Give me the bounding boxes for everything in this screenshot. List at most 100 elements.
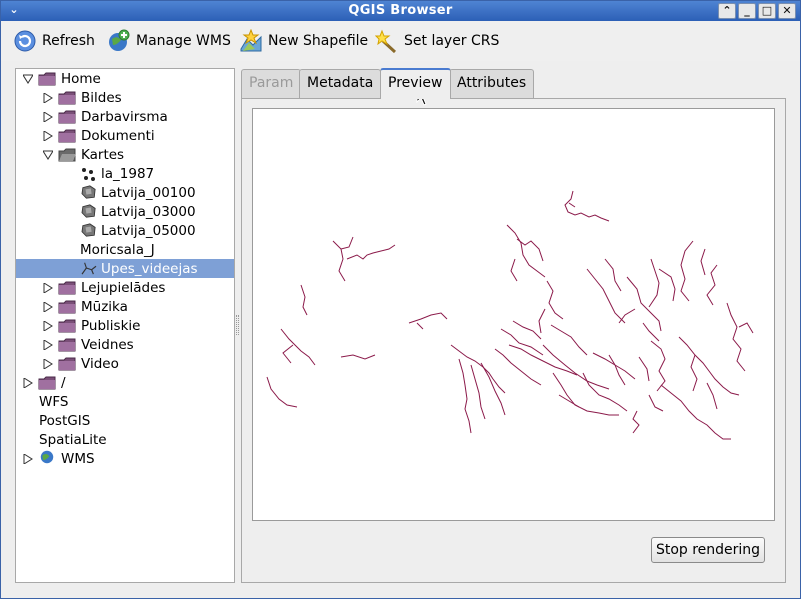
folder-icon xyxy=(58,338,76,352)
tree-item-label: la_1987 xyxy=(101,165,155,182)
tree-item-latvija-05000[interactable]: Latvija_05000 xyxy=(16,221,234,240)
folder-icon xyxy=(58,129,76,143)
browser-tree[interactable]: Home Bildes Darbavirsma Dokumenti Kartes… xyxy=(15,68,235,583)
tree-item-bildes[interactable]: Bildes xyxy=(16,88,234,107)
tree-item-muzika[interactable]: Mūzika xyxy=(16,297,234,316)
folder-icon xyxy=(58,357,76,371)
tree-item-label: Video xyxy=(81,355,119,372)
river-lines xyxy=(266,190,754,440)
tree-item-upes-videejas[interactable]: Upes_videejas xyxy=(16,259,234,278)
tree-item-video[interactable]: Video xyxy=(16,354,234,373)
tree-item-label: / xyxy=(61,374,66,391)
tree-item-wms[interactable]: WMS xyxy=(16,449,234,468)
close-button[interactable]: ✕ xyxy=(778,3,796,19)
tree-item-label: Moricsala_J xyxy=(80,241,155,258)
tab-preview[interactable]: Preview xyxy=(380,68,451,99)
refresh-button[interactable]: Refresh xyxy=(13,27,95,55)
tree-item-label: SpatiaLite xyxy=(39,431,107,448)
raster-layer-icon xyxy=(81,185,96,199)
folder-icon xyxy=(58,281,76,295)
tree-item-label: Veidnes xyxy=(81,336,134,353)
tree-item-la-1987[interactable]: la_1987 xyxy=(16,164,234,183)
magic-wand-icon xyxy=(375,29,397,53)
manage-wms-button[interactable]: Manage WMS xyxy=(107,27,231,55)
folder-icon xyxy=(58,91,76,105)
refresh-icon xyxy=(14,30,36,52)
tree-item-label: Publiskie xyxy=(81,317,141,334)
chevron-right-icon[interactable] xyxy=(43,93,53,103)
tree-item-home[interactable]: Home xyxy=(16,69,234,88)
tree-item-label: Upes_videejas xyxy=(101,260,198,277)
raster-layer-icon xyxy=(81,223,96,237)
tree-item-label: Home xyxy=(61,70,101,87)
set-layer-crs-button[interactable]: Set layer CRS xyxy=(375,27,499,55)
refresh-label: Refresh xyxy=(42,33,95,49)
tree-item-darbavirsma[interactable]: Darbavirsma xyxy=(16,107,234,126)
tree-item-wfs[interactable]: WFS xyxy=(16,392,234,411)
chevron-right-icon[interactable] xyxy=(43,302,53,312)
maximize-button[interactable]: □ xyxy=(758,3,776,19)
minimize-button[interactable]: _ xyxy=(738,3,756,19)
folder-icon xyxy=(38,376,56,390)
tree-item-dokumenti[interactable]: Dokumenti xyxy=(16,126,234,145)
tree-item-label: Kartes xyxy=(81,146,125,163)
chevron-right-icon[interactable] xyxy=(43,321,53,331)
tab-param[interactable]: Param xyxy=(241,69,302,98)
globe-icon xyxy=(40,450,54,464)
tree-item-kartes[interactable]: Kartes xyxy=(16,145,234,164)
shade-button[interactable]: ⌃ xyxy=(718,3,736,19)
tree-item-latvija-00100[interactable]: Latvija_00100 xyxy=(16,183,234,202)
set-layer-crs-label: Set layer CRS xyxy=(404,33,500,49)
chevron-right-icon[interactable] xyxy=(43,283,53,293)
tree-item-label: PostGIS xyxy=(39,412,91,429)
tree-item-label: Latvija_03000 xyxy=(101,203,196,220)
toolbar: Refresh Manage WMS New Shapefile Set lay… xyxy=(1,21,800,61)
tree-item-label: Dokumenti xyxy=(81,127,155,144)
tree-item-label: WMS xyxy=(61,450,95,467)
map-preview-canvas[interactable] xyxy=(252,108,775,521)
tab-attributes[interactable]: Attributes xyxy=(449,69,535,98)
tree-item-postgis[interactable]: PostGIS xyxy=(16,411,234,430)
tree-item-veidnes[interactable]: Veidnes xyxy=(16,335,234,354)
title-bar[interactable]: ⌄ QGIS Browser ⌃ _ □ ✕ xyxy=(1,1,800,21)
folder-icon xyxy=(38,72,56,86)
new-shapefile-icon xyxy=(240,29,262,52)
tree-item-publiskie[interactable]: Publiskie xyxy=(16,316,234,335)
chevron-down-icon[interactable] xyxy=(23,74,33,84)
tree-item-lejupielades[interactable]: Lejupielādes xyxy=(16,278,234,297)
folder-icon xyxy=(58,300,76,314)
folder-icon xyxy=(58,319,76,333)
chevron-down-icon[interactable] xyxy=(43,150,53,160)
tree-item-label: Darbavirsma xyxy=(81,108,168,125)
chevron-right-icon[interactable] xyxy=(43,131,53,141)
tree-item-latvija-03000[interactable]: Latvija_03000 xyxy=(16,202,234,221)
new-shapefile-label: New Shapefile xyxy=(268,33,369,49)
tree-item-root[interactable]: / xyxy=(16,373,234,392)
tree-item-label: Latvija_00100 xyxy=(101,184,196,201)
tab-metadata[interactable]: Metadata xyxy=(299,69,382,98)
chevron-right-icon[interactable] xyxy=(23,454,33,464)
new-shapefile-button[interactable]: New Shapefile xyxy=(239,27,368,55)
tree-item-label: Latvija_05000 xyxy=(101,222,196,239)
tree-item-label: WFS xyxy=(39,393,69,410)
chevron-right-icon[interactable] xyxy=(43,112,53,122)
chevron-right-icon[interactable] xyxy=(23,378,33,388)
raster-layer-icon xyxy=(81,204,96,218)
folder-icon xyxy=(58,110,76,124)
tree-item-label: Mūzika xyxy=(81,298,128,315)
folder-open-icon xyxy=(58,148,76,162)
manage-wms-label: Manage WMS xyxy=(136,33,231,49)
chevron-right-icon[interactable] xyxy=(43,359,53,369)
tree-item-moricsala-j[interactable]: Moricsala_J xyxy=(16,240,234,259)
stop-rendering-button[interactable]: Stop rendering xyxy=(651,537,765,563)
tree-item-spatialite[interactable]: SpatiaLite xyxy=(16,430,234,449)
line-layer-icon xyxy=(81,262,97,275)
globe-add-icon xyxy=(109,29,130,51)
splitter-handle[interactable] xyxy=(236,315,239,335)
point-layer-icon xyxy=(82,168,95,181)
window-title: QGIS Browser xyxy=(348,3,453,18)
river-lines-preview xyxy=(266,190,754,440)
chevron-right-icon[interactable] xyxy=(43,340,53,350)
tree-item-label: Bildes xyxy=(81,89,122,106)
tree-item-label: Lejupielādes xyxy=(81,279,166,296)
